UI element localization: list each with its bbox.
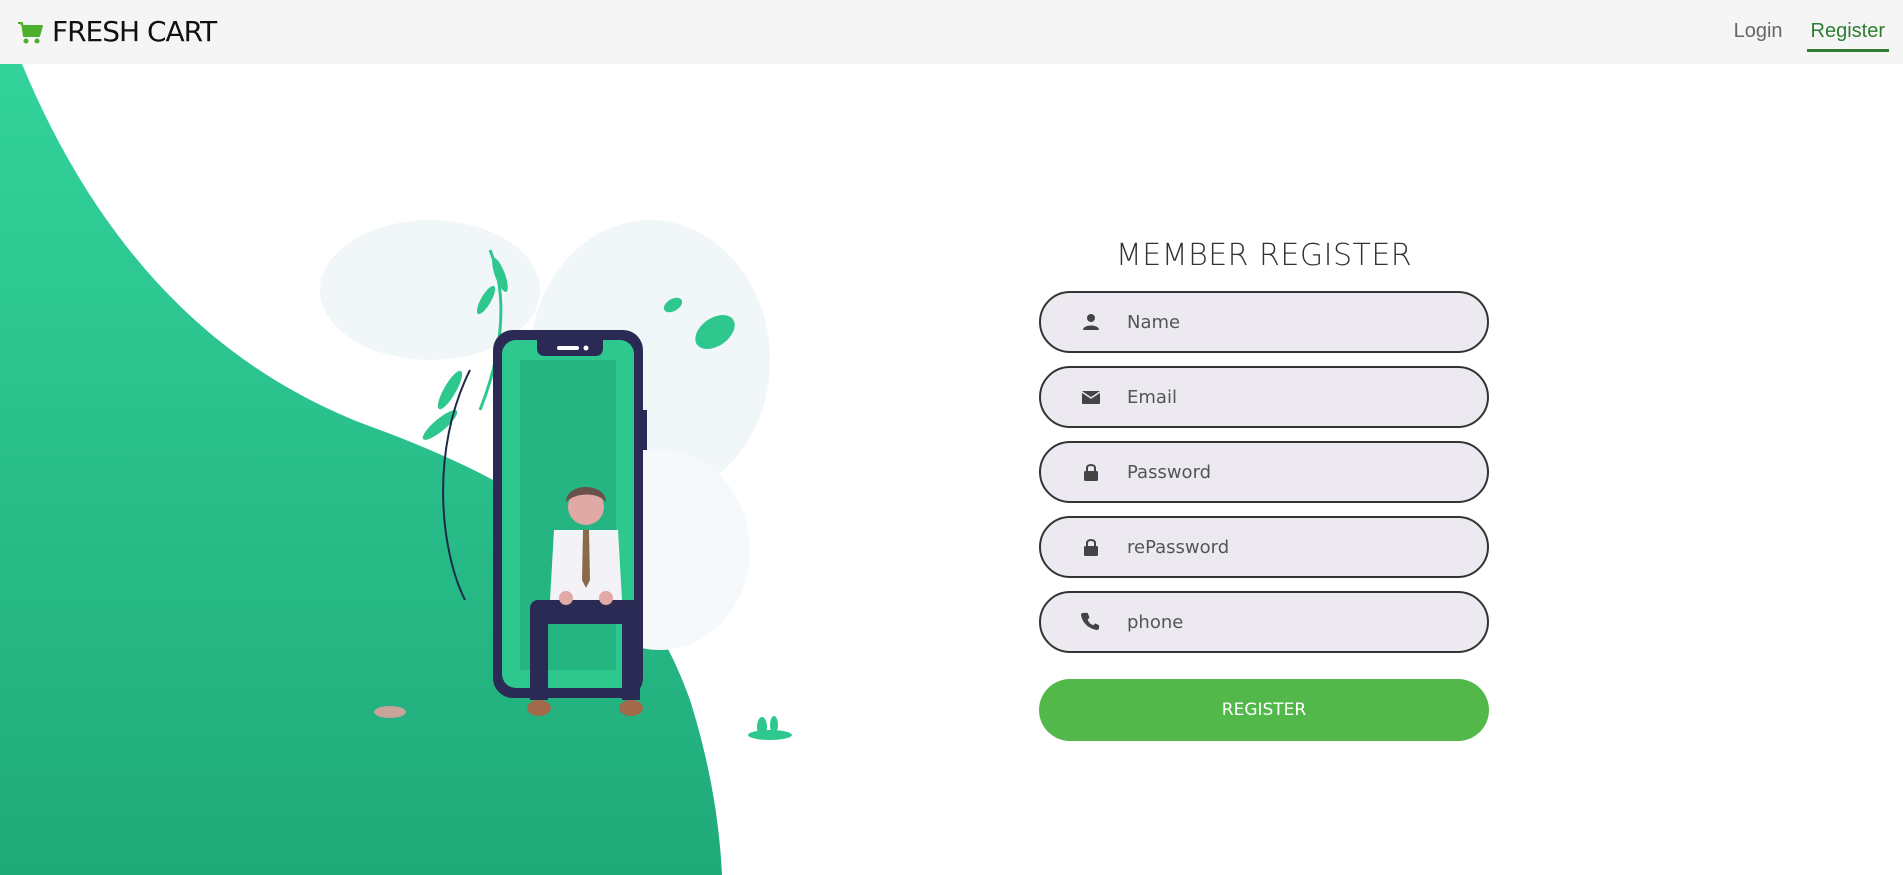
- login-link[interactable]: Login: [1730, 18, 1787, 52]
- email-input[interactable]: [1039, 366, 1489, 428]
- envelope-icon: [1081, 391, 1101, 404]
- brand-name: FRESH CART: [52, 15, 217, 48]
- name-input[interactable]: [1039, 291, 1489, 353]
- form-title: MEMBER REGISTER: [1115, 238, 1413, 273]
- lock-icon: [1084, 539, 1098, 556]
- name-field-wrapper: [1039, 291, 1489, 353]
- navbar: FRESH CART Login Register: [0, 0, 1903, 64]
- repassword-field-wrapper: [1039, 516, 1489, 578]
- brand-logo-link[interactable]: FRESH CART: [16, 15, 217, 48]
- phone-icon: [1081, 612, 1100, 630]
- user-icon: [1083, 314, 1099, 330]
- register-button[interactable]: REGISTER: [1039, 679, 1489, 741]
- register-link[interactable]: Register: [1806, 18, 1889, 52]
- repassword-input[interactable]: [1039, 516, 1489, 578]
- password-input[interactable]: [1039, 441, 1489, 503]
- register-form: MEMBER REGISTER REGISTER: [1039, 238, 1489, 741]
- email-field-wrapper: [1039, 366, 1489, 428]
- password-field-wrapper: [1039, 441, 1489, 503]
- phone-illustration: [320, 220, 792, 740]
- lock-icon: [1084, 464, 1098, 481]
- phone-field-wrapper: [1039, 591, 1489, 653]
- nav-links: Login Register: [1730, 18, 1889, 52]
- phone-input[interactable]: [1039, 591, 1489, 653]
- background-wave: [0, 64, 722, 875]
- shopping-cart-icon: [18, 21, 43, 43]
